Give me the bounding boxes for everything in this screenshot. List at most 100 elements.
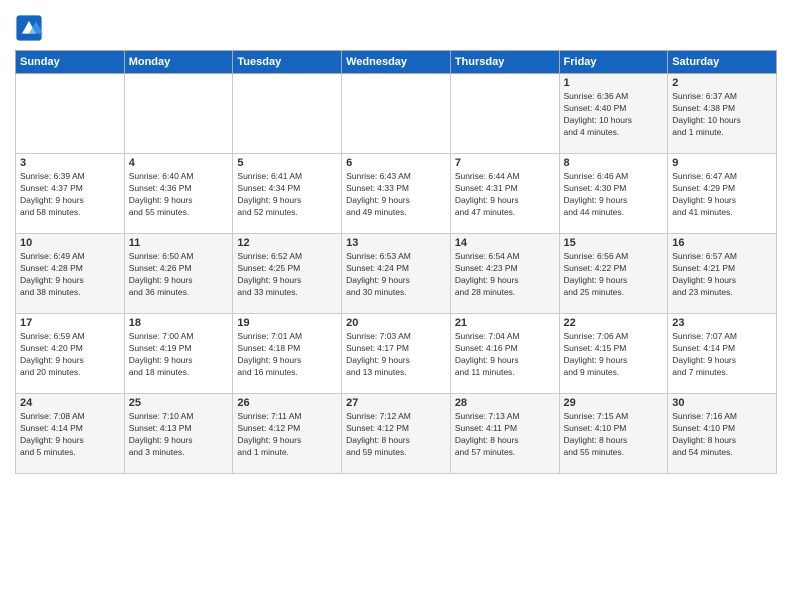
- calendar-cell: 4 Sunrise: 6:40 AM Sunset: 4:36 PM Daylig…: [124, 154, 233, 234]
- day-info: Sunrise: 6:39 AM Sunset: 4:37 PM Dayligh…: [20, 171, 120, 219]
- col-header-saturday: Saturday: [668, 51, 777, 74]
- calendar-cell: 17 Sunrise: 6:59 AM Sunset: 4:20 PM Dayli…: [16, 314, 125, 394]
- day-number: 2: [672, 77, 772, 89]
- calendar-cell: 30Sunrise: 7:16 AM Sunset: 4:10 PM Dayli…: [668, 394, 777, 474]
- calendar-cell: 25 Sunrise: 7:10 AM Sunset: 4:13 PM Dayli…: [124, 394, 233, 474]
- col-header-tuesday: Tuesday: [233, 51, 342, 74]
- day-number: 23: [672, 317, 772, 329]
- calendar-cell: [450, 74, 559, 154]
- calendar-cell: 12 Sunrise: 6:52 AM Sunset: 4:25 PM Dayli…: [233, 234, 342, 314]
- col-header-wednesday: Wednesday: [342, 51, 451, 74]
- day-info: Sunrise: 6:59 AM Sunset: 4:20 PM Dayligh…: [20, 331, 120, 379]
- col-header-friday: Friday: [559, 51, 668, 74]
- calendar-cell: [124, 74, 233, 154]
- calendar-cell: 15 Sunrise: 6:56 AM Sunset: 4:22 PM Dayli…: [559, 234, 668, 314]
- calendar-cell: 6Sunrise: 6:43 AM Sunset: 4:33 PM Daylig…: [342, 154, 451, 234]
- day-info: Sunrise: 7:07 AM Sunset: 4:14 PM Dayligh…: [672, 331, 772, 379]
- calendar-table: SundayMondayTuesdayWednesdayThursdayFrid…: [15, 50, 777, 474]
- day-number: 4: [129, 157, 229, 169]
- day-info: Sunrise: 6:40 AM Sunset: 4:36 PM Dayligh…: [129, 171, 229, 219]
- day-info: Sunrise: 6:49 AM Sunset: 4:28 PM Dayligh…: [20, 251, 120, 299]
- logo-icon: [15, 14, 43, 42]
- day-number: 7: [455, 157, 555, 169]
- calendar-cell: 16 Sunrise: 6:57 AM Sunset: 4:21 PM Dayli…: [668, 234, 777, 314]
- calendar-cell: 10 Sunrise: 6:49 AM Sunset: 4:28 PM Dayli…: [16, 234, 125, 314]
- day-info: Sunrise: 6:47 AM Sunset: 4:29 PM Dayligh…: [672, 171, 772, 219]
- day-number: 24: [20, 397, 120, 409]
- col-header-sunday: Sunday: [16, 51, 125, 74]
- col-header-monday: Monday: [124, 51, 233, 74]
- calendar-cell: 5 Sunrise: 6:41 AM Sunset: 4:34 PM Daylig…: [233, 154, 342, 234]
- day-info: Sunrise: 6:56 AM Sunset: 4:22 PM Dayligh…: [564, 251, 664, 299]
- calendar-cell: 1 Sunrise: 6:36 AM Sunset: 4:40 PM Daylig…: [559, 74, 668, 154]
- day-number: 22: [564, 317, 664, 329]
- day-info: Sunrise: 7:15 AM Sunset: 4:10 PM Dayligh…: [564, 411, 664, 459]
- day-info: Sunrise: 7:13 AM Sunset: 4:11 PM Dayligh…: [455, 411, 555, 459]
- day-info: Sunrise: 7:00 AM Sunset: 4:19 PM Dayligh…: [129, 331, 229, 379]
- day-number: 11: [129, 237, 229, 249]
- day-info: Sunrise: 7:12 AM Sunset: 4:12 PM Dayligh…: [346, 411, 446, 459]
- day-number: 20: [346, 317, 446, 329]
- calendar-cell: [16, 74, 125, 154]
- day-number: 29: [564, 397, 664, 409]
- day-info: Sunrise: 7:01 AM Sunset: 4:18 PM Dayligh…: [237, 331, 337, 379]
- calendar-cell: 9Sunrise: 6:47 AM Sunset: 4:29 PM Daylig…: [668, 154, 777, 234]
- day-number: 14: [455, 237, 555, 249]
- calendar-cell: 28Sunrise: 7:13 AM Sunset: 4:11 PM Dayli…: [450, 394, 559, 474]
- day-info: Sunrise: 6:41 AM Sunset: 4:34 PM Dayligh…: [237, 171, 337, 219]
- calendar-cell: 7 Sunrise: 6:44 AM Sunset: 4:31 PM Daylig…: [450, 154, 559, 234]
- day-info: Sunrise: 6:37 AM Sunset: 4:38 PM Dayligh…: [672, 91, 772, 139]
- day-info: Sunrise: 6:54 AM Sunset: 4:23 PM Dayligh…: [455, 251, 555, 299]
- day-number: 1: [564, 77, 664, 89]
- calendar-cell: 3 Sunrise: 6:39 AM Sunset: 4:37 PM Daylig…: [16, 154, 125, 234]
- calendar-cell: 22 Sunrise: 7:06 AM Sunset: 4:15 PM Dayli…: [559, 314, 668, 394]
- day-number: 17: [20, 317, 120, 329]
- day-number: 27: [346, 397, 446, 409]
- day-info: Sunrise: 6:50 AM Sunset: 4:26 PM Dayligh…: [129, 251, 229, 299]
- col-header-thursday: Thursday: [450, 51, 559, 74]
- calendar-cell: 18Sunrise: 7:00 AM Sunset: 4:19 PM Dayli…: [124, 314, 233, 394]
- day-info: Sunrise: 7:11 AM Sunset: 4:12 PM Dayligh…: [237, 411, 337, 459]
- day-info: Sunrise: 7:08 AM Sunset: 4:14 PM Dayligh…: [20, 411, 120, 459]
- day-info: Sunrise: 6:36 AM Sunset: 4:40 PM Dayligh…: [564, 91, 664, 139]
- calendar-cell: 23 Sunrise: 7:07 AM Sunset: 4:14 PM Dayli…: [668, 314, 777, 394]
- day-info: Sunrise: 7:16 AM Sunset: 4:10 PM Dayligh…: [672, 411, 772, 459]
- day-info: Sunrise: 6:57 AM Sunset: 4:21 PM Dayligh…: [672, 251, 772, 299]
- calendar-cell: 11 Sunrise: 6:50 AM Sunset: 4:26 PM Dayli…: [124, 234, 233, 314]
- calendar-cell: 14 Sunrise: 6:54 AM Sunset: 4:23 PM Dayli…: [450, 234, 559, 314]
- day-info: Sunrise: 6:53 AM Sunset: 4:24 PM Dayligh…: [346, 251, 446, 299]
- day-number: 26: [237, 397, 337, 409]
- day-number: 3: [20, 157, 120, 169]
- calendar-cell: 20 Sunrise: 7:03 AM Sunset: 4:17 PM Dayli…: [342, 314, 451, 394]
- page-container: SundayMondayTuesdayWednesdayThursdayFrid…: [0, 0, 792, 484]
- day-number: 25: [129, 397, 229, 409]
- day-info: Sunrise: 7:03 AM Sunset: 4:17 PM Dayligh…: [346, 331, 446, 379]
- day-info: Sunrise: 7:10 AM Sunset: 4:13 PM Dayligh…: [129, 411, 229, 459]
- day-info: Sunrise: 6:44 AM Sunset: 4:31 PM Dayligh…: [455, 171, 555, 219]
- day-info: Sunrise: 7:04 AM Sunset: 4:16 PM Dayligh…: [455, 331, 555, 379]
- day-info: Sunrise: 6:43 AM Sunset: 4:33 PM Dayligh…: [346, 171, 446, 219]
- day-number: 16: [672, 237, 772, 249]
- calendar-cell: 21 Sunrise: 7:04 AM Sunset: 4:16 PM Dayli…: [450, 314, 559, 394]
- day-number: 12: [237, 237, 337, 249]
- day-info: Sunrise: 6:46 AM Sunset: 4:30 PM Dayligh…: [564, 171, 664, 219]
- day-number: 19: [237, 317, 337, 329]
- week-row-0: 1 Sunrise: 6:36 AM Sunset: 4:40 PM Daylig…: [16, 74, 777, 154]
- calendar-cell: 29 Sunrise: 7:15 AM Sunset: 4:10 PM Dayli…: [559, 394, 668, 474]
- calendar-cell: 13Sunrise: 6:53 AM Sunset: 4:24 PM Dayli…: [342, 234, 451, 314]
- day-number: 15: [564, 237, 664, 249]
- header: [15, 10, 777, 42]
- day-number: 21: [455, 317, 555, 329]
- day-number: 8: [564, 157, 664, 169]
- week-row-3: 17 Sunrise: 6:59 AM Sunset: 4:20 PM Dayli…: [16, 314, 777, 394]
- day-info: Sunrise: 6:52 AM Sunset: 4:25 PM Dayligh…: [237, 251, 337, 299]
- calendar-cell: [233, 74, 342, 154]
- day-number: 5: [237, 157, 337, 169]
- day-info: Sunrise: 7:06 AM Sunset: 4:15 PM Dayligh…: [564, 331, 664, 379]
- calendar-cell: 8 Sunrise: 6:46 AM Sunset: 4:30 PM Daylig…: [559, 154, 668, 234]
- day-number: 10: [20, 237, 120, 249]
- week-row-1: 3 Sunrise: 6:39 AM Sunset: 4:37 PM Daylig…: [16, 154, 777, 234]
- header-row: SundayMondayTuesdayWednesdayThursdayFrid…: [16, 51, 777, 74]
- calendar-cell: [342, 74, 451, 154]
- calendar-cell: 27 Sunrise: 7:12 AM Sunset: 4:12 PM Dayli…: [342, 394, 451, 474]
